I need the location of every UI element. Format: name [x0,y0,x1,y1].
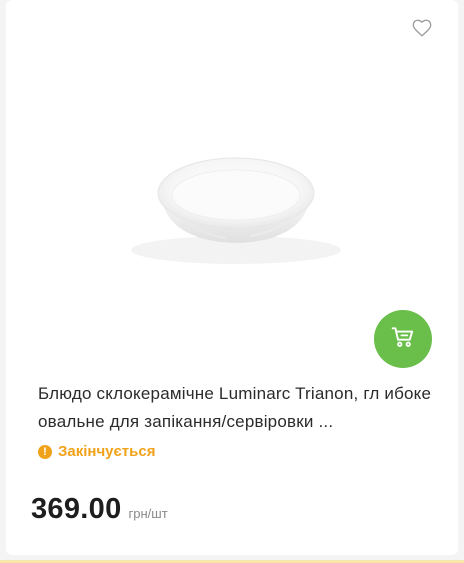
product-card[interactable]: Блюдо склокерамічне Luminarc Trianon, гл… [6,0,458,555]
product-card-page: Блюдо склокерамічне Luminarc Trianon, гл… [0,0,464,563]
cart-icon [390,324,416,355]
product-title[interactable]: Блюдо склокерамічне Luminarc Trianon, гл… [38,380,438,436]
stock-status-text: Закінчується [58,443,156,460]
stock-status: ! Закінчується [38,443,155,460]
heart-icon[interactable] [411,17,433,39]
product-image[interactable] [46,60,426,360]
add-to-cart-button[interactable] [374,310,432,368]
price-row: 369.00 грн/шт [31,493,168,526]
exclamation-circle-icon: ! [38,444,52,459]
price-value: 369.00 [31,493,122,525]
price-unit: грн/шт [128,506,168,521]
